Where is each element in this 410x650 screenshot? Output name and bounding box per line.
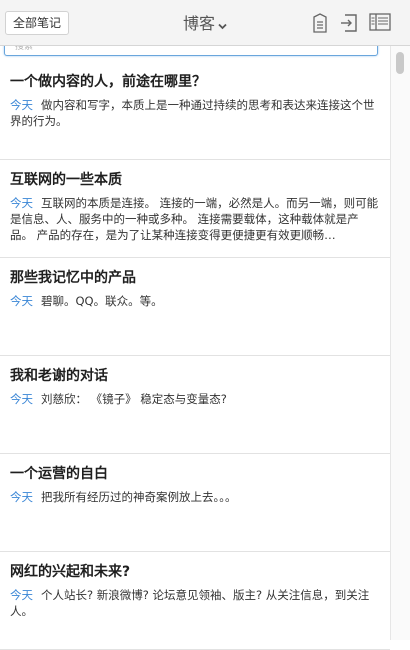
note-date: 今天	[10, 588, 33, 602]
note-date: 今天	[10, 196, 33, 210]
note-date: 今天	[10, 294, 33, 308]
note-title: 我和老谢的对话	[10, 368, 108, 384]
note-snippet: 互联网的本质是连接。 连接的一端，必然是人。而另一端，则可能是信息、人、服务中的…	[10, 196, 379, 242]
note-date: 今天	[10, 98, 33, 112]
note-snippet: 把我所有经历过的神奇案例放上去。。。	[41, 490, 237, 504]
note-snippet: 做内容和写字，本质上是一种通过持续的思考和表达来连接这个世界的行为。	[10, 98, 375, 128]
layout-columns-icon[interactable]	[369, 13, 393, 33]
notebook-title: 博客	[182, 14, 215, 33]
note-date: 今天	[10, 392, 33, 406]
share-export-icon[interactable]	[339, 13, 361, 33]
note-snippet-block: 今天 互联网的本质是连接。 连接的一端，必然是人。而另一端，则可能是信息、人、服务…	[10, 195, 380, 243]
note-snippet: 刘慈欣： 《镜子》 稳定态与变量态?	[41, 392, 227, 406]
note-item[interactable]: 那些我记忆中的产品 今天 碧聊。QQ。联众。等。	[0, 258, 390, 356]
note-snippet-block: 今天 个人站长? 新浪微博? 论坛意见领袖、版主? 从关注信息，到关注人。	[10, 587, 380, 619]
search-placeholder: 搜索	[15, 46, 34, 52]
note-snippet-block: 今天 刘慈欣： 《镜子》 稳定态与变量态?	[10, 391, 380, 407]
note-snippet: 碧聊。QQ。联众。等。	[41, 294, 163, 308]
search-input[interactable]: 搜索	[4, 46, 378, 56]
note-item[interactable]: 网红的兴起和未来? 今天 个人站长? 新浪微博? 论坛意见领袖、版主? 从关注信息…	[0, 552, 390, 650]
note-item[interactable]: 我和老谢的对话 今天 刘慈欣： 《镜子》 稳定态与变量态?	[0, 356, 390, 454]
note-title: 那些我记忆中的产品	[10, 270, 136, 286]
note-title: 一个做内容的人，前途在哪里？	[10, 74, 206, 90]
note-item[interactable]: 一个运营的自白 今天 把我所有经历过的神奇案例放上去。。。	[0, 454, 390, 552]
note-title: 网红的兴起和未来?	[10, 564, 131, 580]
top-toolbar: 全部笔记 博客	[0, 0, 410, 46]
note-title: 互联网的一些本质	[10, 172, 122, 188]
note-item[interactable]: 一个做内容的人，前途在哪里？ 今天 做内容和写字，本质上是一种通过持续的思考和表达…	[0, 62, 390, 160]
note-snippet-block: 今天 碧聊。QQ。联众。等。	[10, 293, 380, 309]
note-date: 今天	[10, 490, 33, 504]
search-row: 搜索	[0, 46, 390, 62]
scrollbar-thumb[interactable]	[396, 52, 404, 74]
note-snippet: 个人站长? 新浪微博? 论坛意见领袖、版主? 从关注信息，到关注人。	[10, 588, 370, 618]
scrollbar[interactable]	[390, 46, 410, 640]
chevron-down-icon	[218, 15, 227, 35]
note-item[interactable]: 互联网的一些本质 今天 互联网的本质是连接。 连接的一端，必然是人。而另一端，则可…	[0, 160, 390, 258]
note-snippet-block: 今天 做内容和写字，本质上是一种通过持续的思考和表达来连接这个世界的行为。	[10, 97, 380, 129]
note-list: 一个做内容的人，前途在哪里？ 今天 做内容和写字，本质上是一种通过持续的思考和表达…	[0, 62, 390, 650]
notebook-icon[interactable]	[311, 13, 333, 33]
note-snippet-block: 今天 把我所有经历过的神奇案例放上去。。。	[10, 489, 380, 505]
note-title: 一个运营的自白	[10, 466, 108, 482]
